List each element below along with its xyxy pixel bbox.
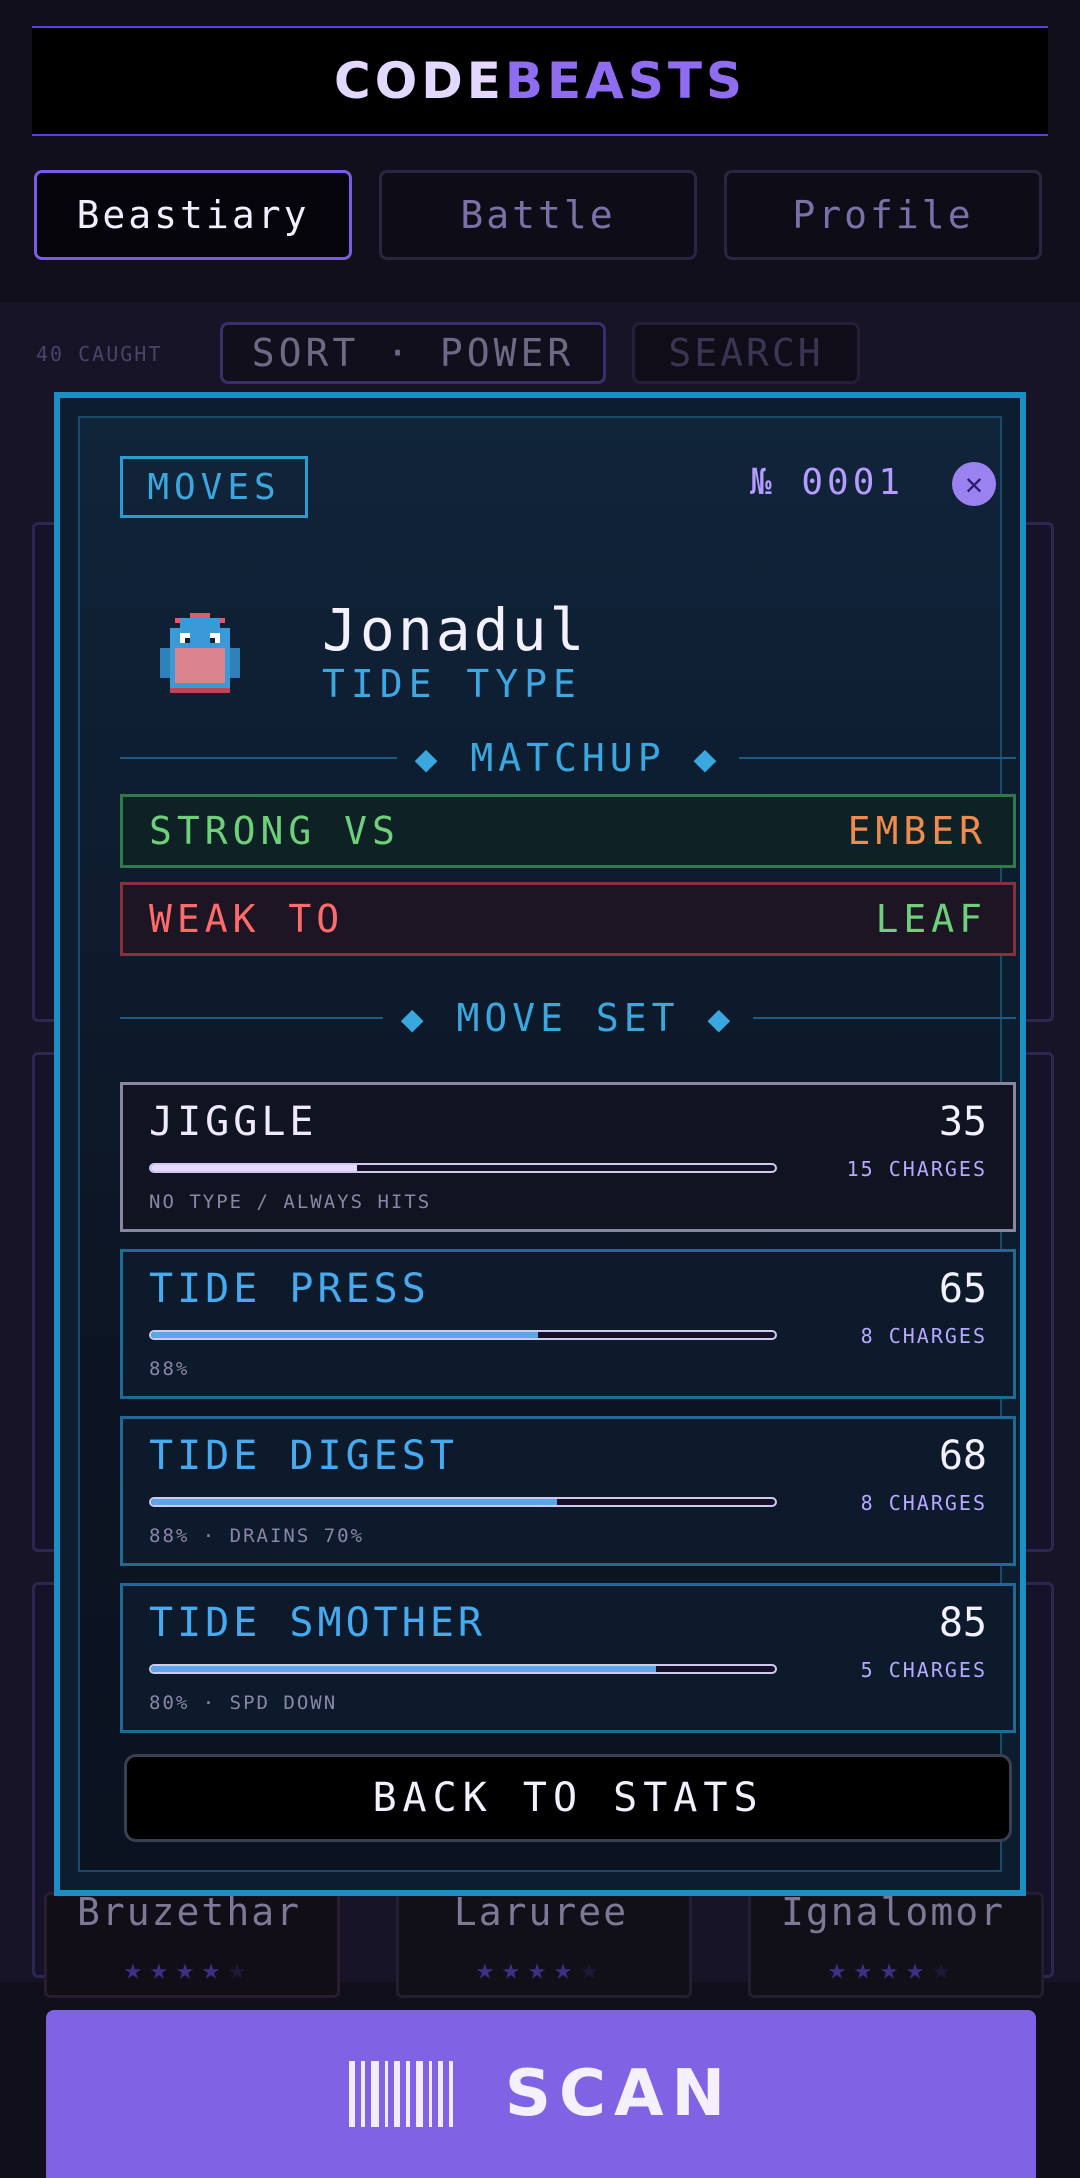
move-card[interactable]: JIGGLE 35 15 CHARGES NO TYPE / ALWAYS HI… — [120, 1082, 1016, 1232]
move-card[interactable]: TIDE PRESS 65 8 CHARGES 88% — [120, 1249, 1016, 1399]
star-icon: ★ — [228, 1952, 255, 1987]
back-to-stats-button[interactable]: BACK TO STATS — [124, 1754, 1012, 1842]
barcode-icon — [348, 2061, 459, 2127]
weak-to-row: WEAK TO LEAF — [120, 882, 1016, 956]
moveset-heading: ◆ MOVE SET ◆ — [120, 996, 1016, 1040]
move-charges: 8 CHARGES — [860, 1324, 987, 1348]
move-name: JIGGLE — [149, 1099, 318, 1145]
move-power: 85 — [938, 1600, 987, 1646]
search-button[interactable]: SEARCH — [632, 322, 860, 384]
move-power: 68 — [938, 1433, 987, 1479]
sort-button[interactable]: SORT · POWER — [220, 322, 606, 384]
scan-button[interactable]: SCAN — [46, 2010, 1036, 2178]
weak-to-label: WEAK TO — [149, 897, 345, 941]
card-name: Laruree — [453, 1890, 629, 1934]
move-charges: 5 CHARGES — [860, 1658, 987, 1682]
move-note: 88% · DRAINS 70% — [149, 1525, 365, 1547]
strong-vs-row: STRONG VS EMBER — [120, 794, 1016, 868]
tab-profile[interactable]: Profile — [724, 170, 1042, 260]
matchup-heading-label: MATCHUP — [470, 736, 666, 780]
star-rating: ★★★★★ — [396, 1952, 686, 1987]
weak-to-value: LEAF — [875, 897, 987, 941]
beast-detail-modal: MOVES № 0001 ✕ Jonadul TIDE TYPE ◆ MATCH… — [54, 392, 1026, 1896]
star-rating: ★★★★★ — [44, 1952, 334, 1987]
logo-part-beasts: BEASTS — [504, 52, 746, 110]
move-power: 35 — [938, 1099, 987, 1145]
beast-number: № 0001 — [750, 462, 905, 503]
move-power-bar-fill — [151, 1332, 538, 1338]
strong-vs-label: STRONG VS — [149, 809, 400, 853]
move-note: NO TYPE / ALWAYS HITS — [149, 1191, 432, 1213]
move-charges: 8 CHARGES — [860, 1491, 987, 1515]
card-name: Bruzethar — [77, 1890, 301, 1934]
star-icon: ★ — [932, 1952, 959, 1987]
move-power-bar — [149, 1497, 777, 1507]
star-icon: ★ — [580, 1952, 607, 1987]
move-card[interactable]: TIDE SMOTHER 85 5 CHARGES 80% · SPD DOWN — [120, 1583, 1016, 1733]
tab-battle[interactable]: Battle — [379, 170, 697, 260]
star-icon: ★★★★ — [475, 1952, 581, 1987]
star-rating: ★★★★★ — [748, 1952, 1038, 1987]
move-power-bar-fill — [151, 1499, 557, 1505]
modal-inner-frame: MOVES № 0001 ✕ Jonadul TIDE TYPE ◆ MATCH… — [78, 416, 1016, 1872]
move-name: TIDE DIGEST — [149, 1433, 458, 1479]
move-power-bar — [149, 1330, 777, 1340]
close-icon[interactable]: ✕ — [952, 462, 996, 506]
beast-sprite — [160, 613, 240, 693]
caught-count: 40 CAUGHT — [36, 342, 163, 366]
beast-name: Jonadul — [322, 596, 588, 664]
star-icon: ★★★★ — [827, 1952, 933, 1987]
strong-vs-value: EMBER — [847, 809, 987, 853]
tab-beastiary[interactable]: Beastiary — [34, 170, 352, 260]
moveset-heading-label: MOVE SET — [456, 996, 680, 1040]
logo-part-code: CODE — [334, 52, 505, 110]
move-power-bar — [149, 1163, 777, 1173]
app-logo: CODEBEASTS — [32, 28, 1048, 134]
move-power-bar-fill — [151, 1165, 357, 1171]
move-note: 80% · SPD DOWN — [149, 1692, 338, 1714]
move-charges: 15 CHARGES — [846, 1157, 987, 1181]
move-power-bar — [149, 1664, 777, 1674]
app-header: CODEBEASTS — [32, 26, 1048, 136]
matchup-heading: ◆ MATCHUP ◆ — [120, 736, 1016, 780]
move-card[interactable]: TIDE DIGEST 68 8 CHARGES 88% · DRAINS 70… — [120, 1416, 1016, 1566]
beast-type: TIDE TYPE — [322, 662, 582, 706]
move-name: TIDE PRESS — [149, 1266, 430, 1312]
moves-tag: MOVES — [120, 456, 308, 518]
move-power-bar-fill — [151, 1666, 657, 1672]
move-note: 88% — [149, 1358, 190, 1380]
star-icon: ★★★★ — [123, 1952, 229, 1987]
move-name: TIDE SMOTHER — [149, 1600, 486, 1646]
scan-label: SCAN — [504, 2057, 734, 2131]
move-power: 65 — [938, 1266, 987, 1312]
card-name: Ignalomor — [781, 1890, 1005, 1934]
